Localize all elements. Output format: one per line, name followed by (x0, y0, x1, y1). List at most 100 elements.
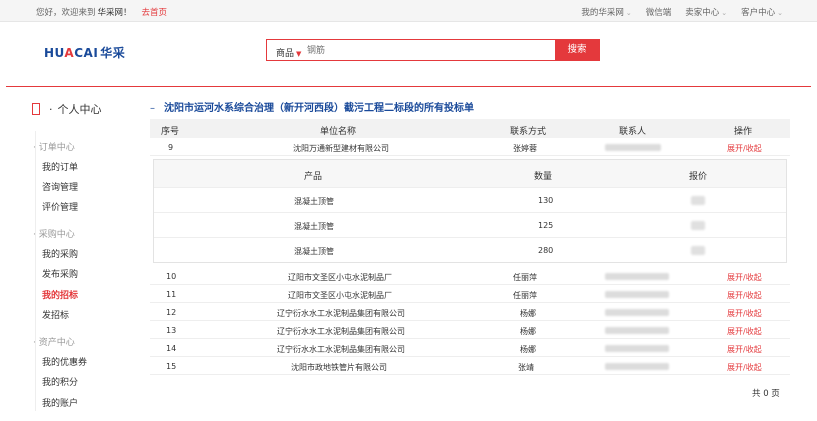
row-no: 11 (166, 290, 177, 299)
search-button[interactable]: 搜索 (555, 40, 599, 60)
top-link-customer-center[interactable]: 客户中心 ⌄ (741, 6, 783, 18)
sub-row-quantity: 130 (538, 196, 554, 205)
caret-down-icon: ▼ (296, 50, 302, 58)
search-category-select[interactable]: 商品 ▼ (276, 46, 301, 59)
sub-row-quantity: 280 (538, 246, 554, 255)
row-no: 14 (166, 344, 177, 353)
top-nav: 我的华采网 ⌄ 微信端 卖家中心 ⌄ 客户中心 ⌄ (581, 6, 783, 18)
row-company: 辽阳市文圣区小屯水泥制品厂 (288, 273, 392, 282)
row-no: 10 (166, 272, 177, 281)
bid-detail-panel: 产品 数量 报价 混凝土顶管 130 混凝土顶管 125 混凝土顶管 280 (153, 159, 787, 263)
redacted-price (691, 246, 705, 255)
col-header-contact-person: 联系人 (619, 127, 647, 137)
row-company: 辽宁衍水水工水泥制品集团有限公司 (277, 345, 405, 354)
chevron-down-icon: ⌄ (625, 9, 632, 17)
sidebar-item-points[interactable]: 我的积分 (42, 375, 78, 388)
table-row: 11 辽阳市文圣区小屯水泥制品厂 任丽萍 展开/收起 (150, 285, 790, 303)
col-header-no: 序号 (161, 127, 180, 137)
table-row: 10 辽阳市文圣区小屯水泥制品厂 任丽萍 展开/收起 (150, 267, 790, 285)
table-row: 13 辽宁衍水水工水泥制品集团有限公司 杨娜 展开/收起 (150, 321, 790, 339)
expand-collapse-link[interactable]: 展开/收起 (727, 344, 762, 355)
sub-col-price: 报价 (689, 172, 708, 182)
sidebar-group-orders: · 订单中心 (33, 143, 75, 153)
sidebar-item-reviews[interactable]: 评价管理 (42, 200, 78, 213)
col-header-action: 操作 (734, 127, 753, 137)
user-center-icon (32, 103, 40, 115)
sidebar-item-publish-tender[interactable]: 发招标 (42, 308, 69, 321)
row-contact: 杨娜 (520, 345, 536, 354)
table-header: 序号 单位名称 联系方式 联系人 操作 (150, 119, 790, 138)
row-company: 沈阳万通新型建材有限公司 (293, 144, 389, 153)
redacted-contact-person (605, 345, 669, 352)
sub-table-row: 混凝土顶管 130 (154, 187, 786, 212)
top-link-seller-center[interactable]: 卖家中心 ⌄ (685, 6, 727, 18)
table-row: 15 沈阳市政地铁管片有限公司 张靖 展开/收起 (150, 357, 790, 375)
table-row: 14 辽宁衍水水工水泥制品集团有限公司 杨娜 展开/收起 (150, 339, 790, 357)
sidebar-item-my-purchases[interactable]: 我的采购 (42, 247, 78, 260)
sub-row-product: 混凝土顶管 (294, 197, 334, 206)
row-no: 15 (166, 362, 177, 371)
sub-row-product: 混凝土顶管 (294, 247, 334, 256)
row-contact: 杨娜 (520, 309, 536, 318)
sidebar-group-purchasing: · 采购中心 (33, 230, 75, 240)
redacted-price (691, 221, 705, 230)
sub-table-row: 混凝土顶管 125 (154, 212, 786, 237)
row-contact: 任丽萍 (513, 291, 537, 300)
col-header-company: 单位名称 (320, 127, 357, 137)
row-company: 辽宁衍水水工水泥制品集团有限公司 (277, 309, 405, 318)
top-bar: 您好，欢迎来到 华采网！ 去首页 我的华采网 ⌄ 微信端 卖家中心 ⌄ 客户中心 ⌄ (0, 0, 817, 22)
brand-link[interactable]: 华采网！ (98, 8, 132, 18)
sidebar-item-inquiries[interactable]: 咨询管理 (42, 180, 78, 193)
sidebar-item-coupons[interactable]: 我的优惠券 (42, 355, 87, 368)
row-no: 9 (168, 143, 174, 152)
pagination-info: 共 0 页 (752, 389, 780, 399)
sidebar-line (35, 131, 36, 411)
expand-collapse-link[interactable]: 展开/收起 (727, 326, 762, 337)
welcome-text: 您好，欢迎来到 华采网！ 去首页 (36, 6, 167, 18)
site-logo[interactable]: HUACAI 华采 (44, 44, 125, 61)
sub-row-quantity: 125 (538, 221, 554, 230)
header-divider (6, 86, 811, 87)
chevron-down-icon: ⌄ (721, 9, 728, 17)
row-company: 辽阳市文圣区小屯水泥制品厂 (288, 291, 392, 300)
redacted-price (691, 196, 705, 205)
top-link-wechat[interactable]: 微信端 (646, 6, 672, 18)
expand-collapse-link[interactable]: 展开/收起 (727, 143, 762, 154)
sidebar-title: 个人中心 (57, 103, 102, 116)
home-link[interactable]: 去首页 (142, 8, 168, 18)
redacted-contact-person (605, 291, 669, 298)
row-contact: 杨娜 (520, 327, 536, 336)
expand-collapse-link[interactable]: 展开/收起 (727, 290, 762, 301)
col-header-contact-method: 联系方式 (510, 127, 547, 137)
sidebar-item-my-tenders[interactable]: 我的招标 (42, 288, 78, 301)
chevron-down-icon: ⌄ (777, 9, 783, 17)
redacted-contact-person (605, 363, 669, 370)
redacted-contact-person (605, 273, 669, 280)
expand-collapse-link[interactable]: 展开/收起 (727, 362, 762, 373)
redacted-contact-person (605, 327, 669, 334)
sidebar-item-account[interactable]: 我的账户 (42, 396, 78, 409)
search-input[interactable] (307, 43, 507, 58)
top-link-my-account[interactable]: 我的华采网 ⌄ (581, 6, 631, 18)
row-contact: 任丽萍 (513, 273, 537, 282)
sub-table-header: 产品 数量 报价 (154, 160, 786, 187)
expand-collapse-link[interactable]: 展开/收起 (727, 272, 762, 283)
table-row: 12 辽宁衍水水工水泥制品集团有限公司 杨娜 展开/收起 (150, 303, 790, 321)
sub-col-product: 产品 (304, 172, 323, 182)
expand-collapse-link[interactable]: 展开/收起 (727, 308, 762, 319)
redacted-contact-person (605, 309, 669, 316)
greeting-text: 您好，欢迎来到 (36, 8, 96, 18)
sub-row-product: 混凝土顶管 (294, 222, 334, 231)
table-row: 9 沈阳万通新型建材有限公司 张婷蓉 展开/收起 (150, 138, 790, 156)
sidebar-item-my-orders[interactable]: 我的订单 (42, 160, 78, 173)
sub-table-row: 混凝土顶管 280 (154, 237, 786, 262)
sidebar-item-publish-purchase[interactable]: 发布采购 (42, 267, 78, 280)
sub-col-quantity: 数量 (534, 172, 553, 182)
sidebar-group-assets: · 资产中心 (33, 338, 75, 348)
redacted-contact-person (605, 144, 661, 151)
search-bar: 商品▼ 搜索 (266, 39, 600, 61)
row-company: 辽宁衍水水工水泥制品集团有限公司 (277, 327, 405, 336)
row-no: 12 (166, 308, 177, 317)
row-company: 沈阳市政地铁管片有限公司 (291, 363, 387, 372)
row-contact: 张婷蓉 (513, 144, 537, 153)
